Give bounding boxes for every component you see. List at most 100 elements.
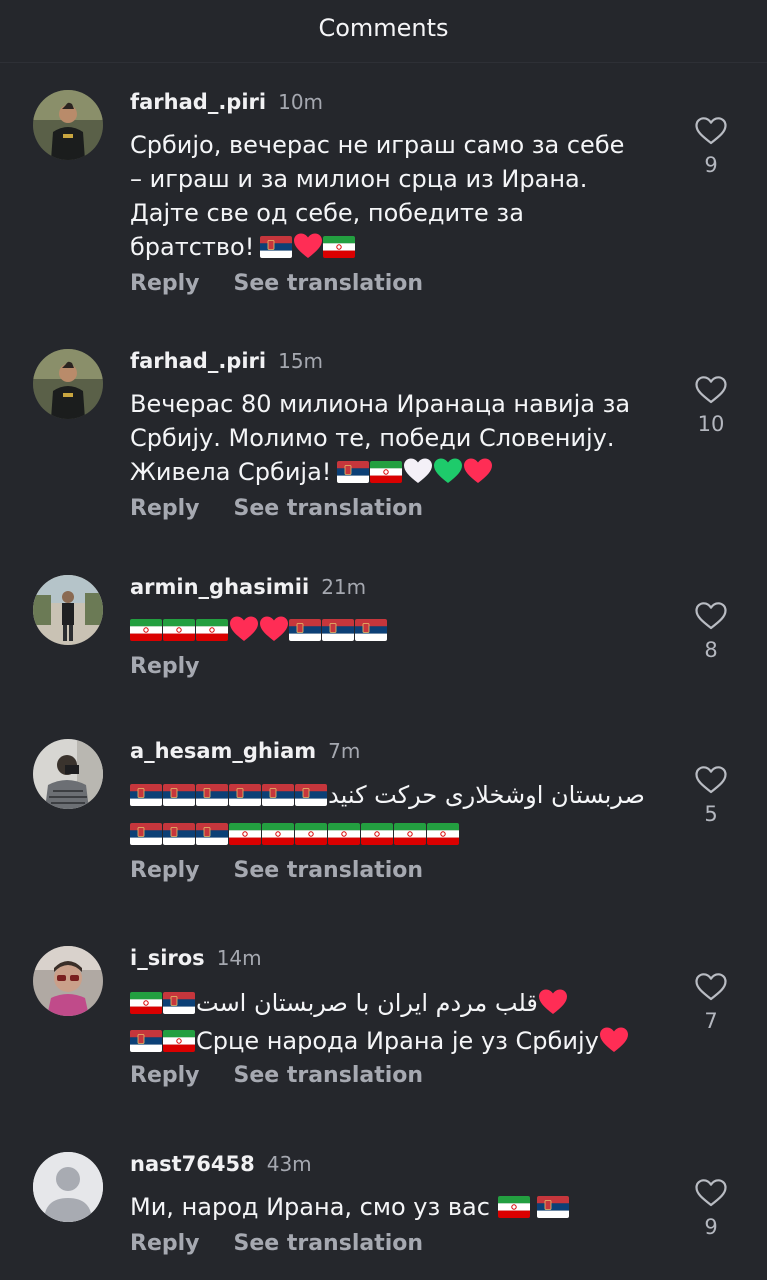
comment-line: Ми, народ Ирана, смо уз вас	[130, 1193, 490, 1221]
red-heart-icon	[463, 457, 493, 485]
iran-flag-icon	[295, 823, 327, 845]
profile-photo-man-icon[interactable]	[33, 349, 103, 419]
username[interactable]: farhad_.piri	[130, 349, 266, 373]
serbia-flag-icon	[262, 784, 294, 806]
iran-flag-icon	[498, 1196, 530, 1218]
serbia-flag-icon	[337, 461, 369, 483]
timestamp: 14m	[216, 946, 262, 970]
white-heart-icon	[403, 457, 433, 485]
serbia-flag-icon	[130, 1030, 162, 1052]
like-count: 8	[704, 638, 718, 662]
reply-button[interactable]: Reply	[130, 1231, 200, 1256]
profile-photo-sunglasses-icon[interactable]	[33, 946, 103, 1016]
comment-text: قلب مردم ایران با صربستان است Срце народ…	[130, 984, 660, 1060]
see-translation-button[interactable]: See translation	[234, 1231, 424, 1256]
iran-flag-icon	[163, 1030, 195, 1052]
page-title: Comments	[318, 14, 449, 42]
iran-flag-icon	[163, 619, 195, 641]
timestamp: 21m	[321, 575, 367, 599]
iran-flag-icon	[196, 619, 228, 641]
iran-flag-icon	[394, 823, 426, 845]
serbia-flag-icon	[295, 784, 327, 806]
heart-outline-icon[interactable]	[694, 375, 728, 405]
reply-button[interactable]: Reply	[130, 1063, 200, 1088]
like-button[interactable]: 10	[688, 375, 734, 436]
username[interactable]: armin_ghasimii	[130, 575, 309, 599]
comment-line: Дајте све од себе, победите за	[130, 199, 524, 227]
red-heart-icon	[229, 615, 259, 643]
comment-text: صربستان اوشخلارى حركت كنيد	[130, 777, 660, 851]
comment-text: Вечерас 80 милиона Иранаца навија за Срб…	[130, 387, 660, 489]
comment-line: братство!	[130, 233, 255, 261]
like-count: 7	[704, 1009, 718, 1033]
iran-flag-icon	[328, 823, 360, 845]
timestamp: 43m	[266, 1152, 312, 1176]
serbia-flag-icon	[289, 619, 321, 641]
iran-flag-icon	[427, 823, 459, 845]
comment-line: Србијо, вечерас не играш само за себе	[130, 131, 625, 159]
serbia-flag-icon	[322, 619, 354, 641]
serbia-flag-icon	[196, 823, 228, 845]
serbia-flag-icon	[196, 784, 228, 806]
comment-line: Србију. Молимо те, победи Словенију.	[130, 424, 615, 452]
timestamp: 7m	[328, 739, 361, 763]
username[interactable]: nast76458	[130, 1152, 255, 1176]
heart-outline-icon[interactable]	[694, 1178, 728, 1208]
serbia-flag-icon	[537, 1196, 569, 1218]
profile-photo-outdoor-icon[interactable]	[33, 575, 103, 645]
username[interactable]: i_siros	[130, 946, 205, 970]
like-button[interactable]: 8	[688, 601, 734, 662]
comment-text: Ми, народ Ирана, смо уз вас	[130, 1190, 660, 1224]
iran-flag-icon	[323, 236, 355, 258]
heart-outline-icon[interactable]	[694, 116, 728, 146]
reply-button[interactable]: Reply	[130, 654, 200, 679]
username[interactable]: farhad_.piri	[130, 90, 266, 114]
like-count: 10	[697, 412, 725, 436]
serbia-flag-icon	[130, 823, 162, 845]
default-avatar-icon[interactable]	[33, 1152, 103, 1222]
profile-photo-mirror-selfie-icon[interactable]	[33, 739, 103, 809]
serbia-flag-icon	[163, 823, 195, 845]
red-heart-icon	[538, 988, 568, 1016]
like-button[interactable]: 9	[688, 116, 734, 177]
reply-button[interactable]: Reply	[130, 271, 200, 296]
serbia-flag-icon	[260, 236, 292, 258]
see-translation-button[interactable]: See translation	[234, 1063, 424, 1088]
timestamp: 15m	[278, 349, 324, 373]
like-button[interactable]: 5	[688, 765, 734, 826]
red-heart-icon	[259, 615, 289, 643]
heart-outline-icon[interactable]	[694, 972, 728, 1002]
serbia-flag-icon	[229, 784, 261, 806]
reply-button[interactable]: Reply	[130, 858, 200, 883]
see-translation-button[interactable]: See translation	[234, 271, 424, 296]
comment-line: Срце народа Ирана је уз Србију	[196, 1027, 599, 1055]
serbia-flag-icon	[163, 784, 195, 806]
green-heart-icon	[433, 457, 463, 485]
comments-header: Comments	[0, 0, 767, 63]
heart-outline-icon[interactable]	[694, 601, 728, 631]
like-button[interactable]: 9	[688, 1178, 734, 1239]
like-count: 9	[704, 1215, 718, 1239]
like-count: 5	[704, 802, 718, 826]
comment-text	[130, 613, 660, 647]
iran-flag-icon	[229, 823, 261, 845]
see-translation-button[interactable]: See translation	[234, 858, 424, 883]
see-translation-button[interactable]: See translation	[234, 496, 424, 521]
profile-photo-man-icon[interactable]	[33, 90, 103, 160]
username[interactable]: a_hesam_ghiam	[130, 739, 316, 763]
comment-line: Вечерас 80 милиона Иранаца навија за	[130, 390, 631, 418]
iran-flag-icon	[130, 619, 162, 641]
iran-flag-icon	[262, 823, 294, 845]
comment-text: Србијо, вечерас не играш само за себе – …	[130, 128, 660, 264]
comment-line: – играш и за милион срца из Ирана.	[130, 165, 588, 193]
serbia-flag-icon	[130, 784, 162, 806]
comment-rtl-text: قلب مردم ایران با صربستان است	[196, 989, 538, 1017]
red-heart-icon	[599, 1026, 629, 1054]
like-button[interactable]: 7	[688, 972, 734, 1033]
comment-rtl-text: صربستان اوشخلارى حركت كنيد	[328, 781, 645, 809]
iran-flag-icon	[361, 823, 393, 845]
iran-flag-icon	[130, 992, 162, 1014]
comment-line: Живела Србија!	[130, 458, 332, 486]
reply-button[interactable]: Reply	[130, 496, 200, 521]
heart-outline-icon[interactable]	[694, 765, 728, 795]
